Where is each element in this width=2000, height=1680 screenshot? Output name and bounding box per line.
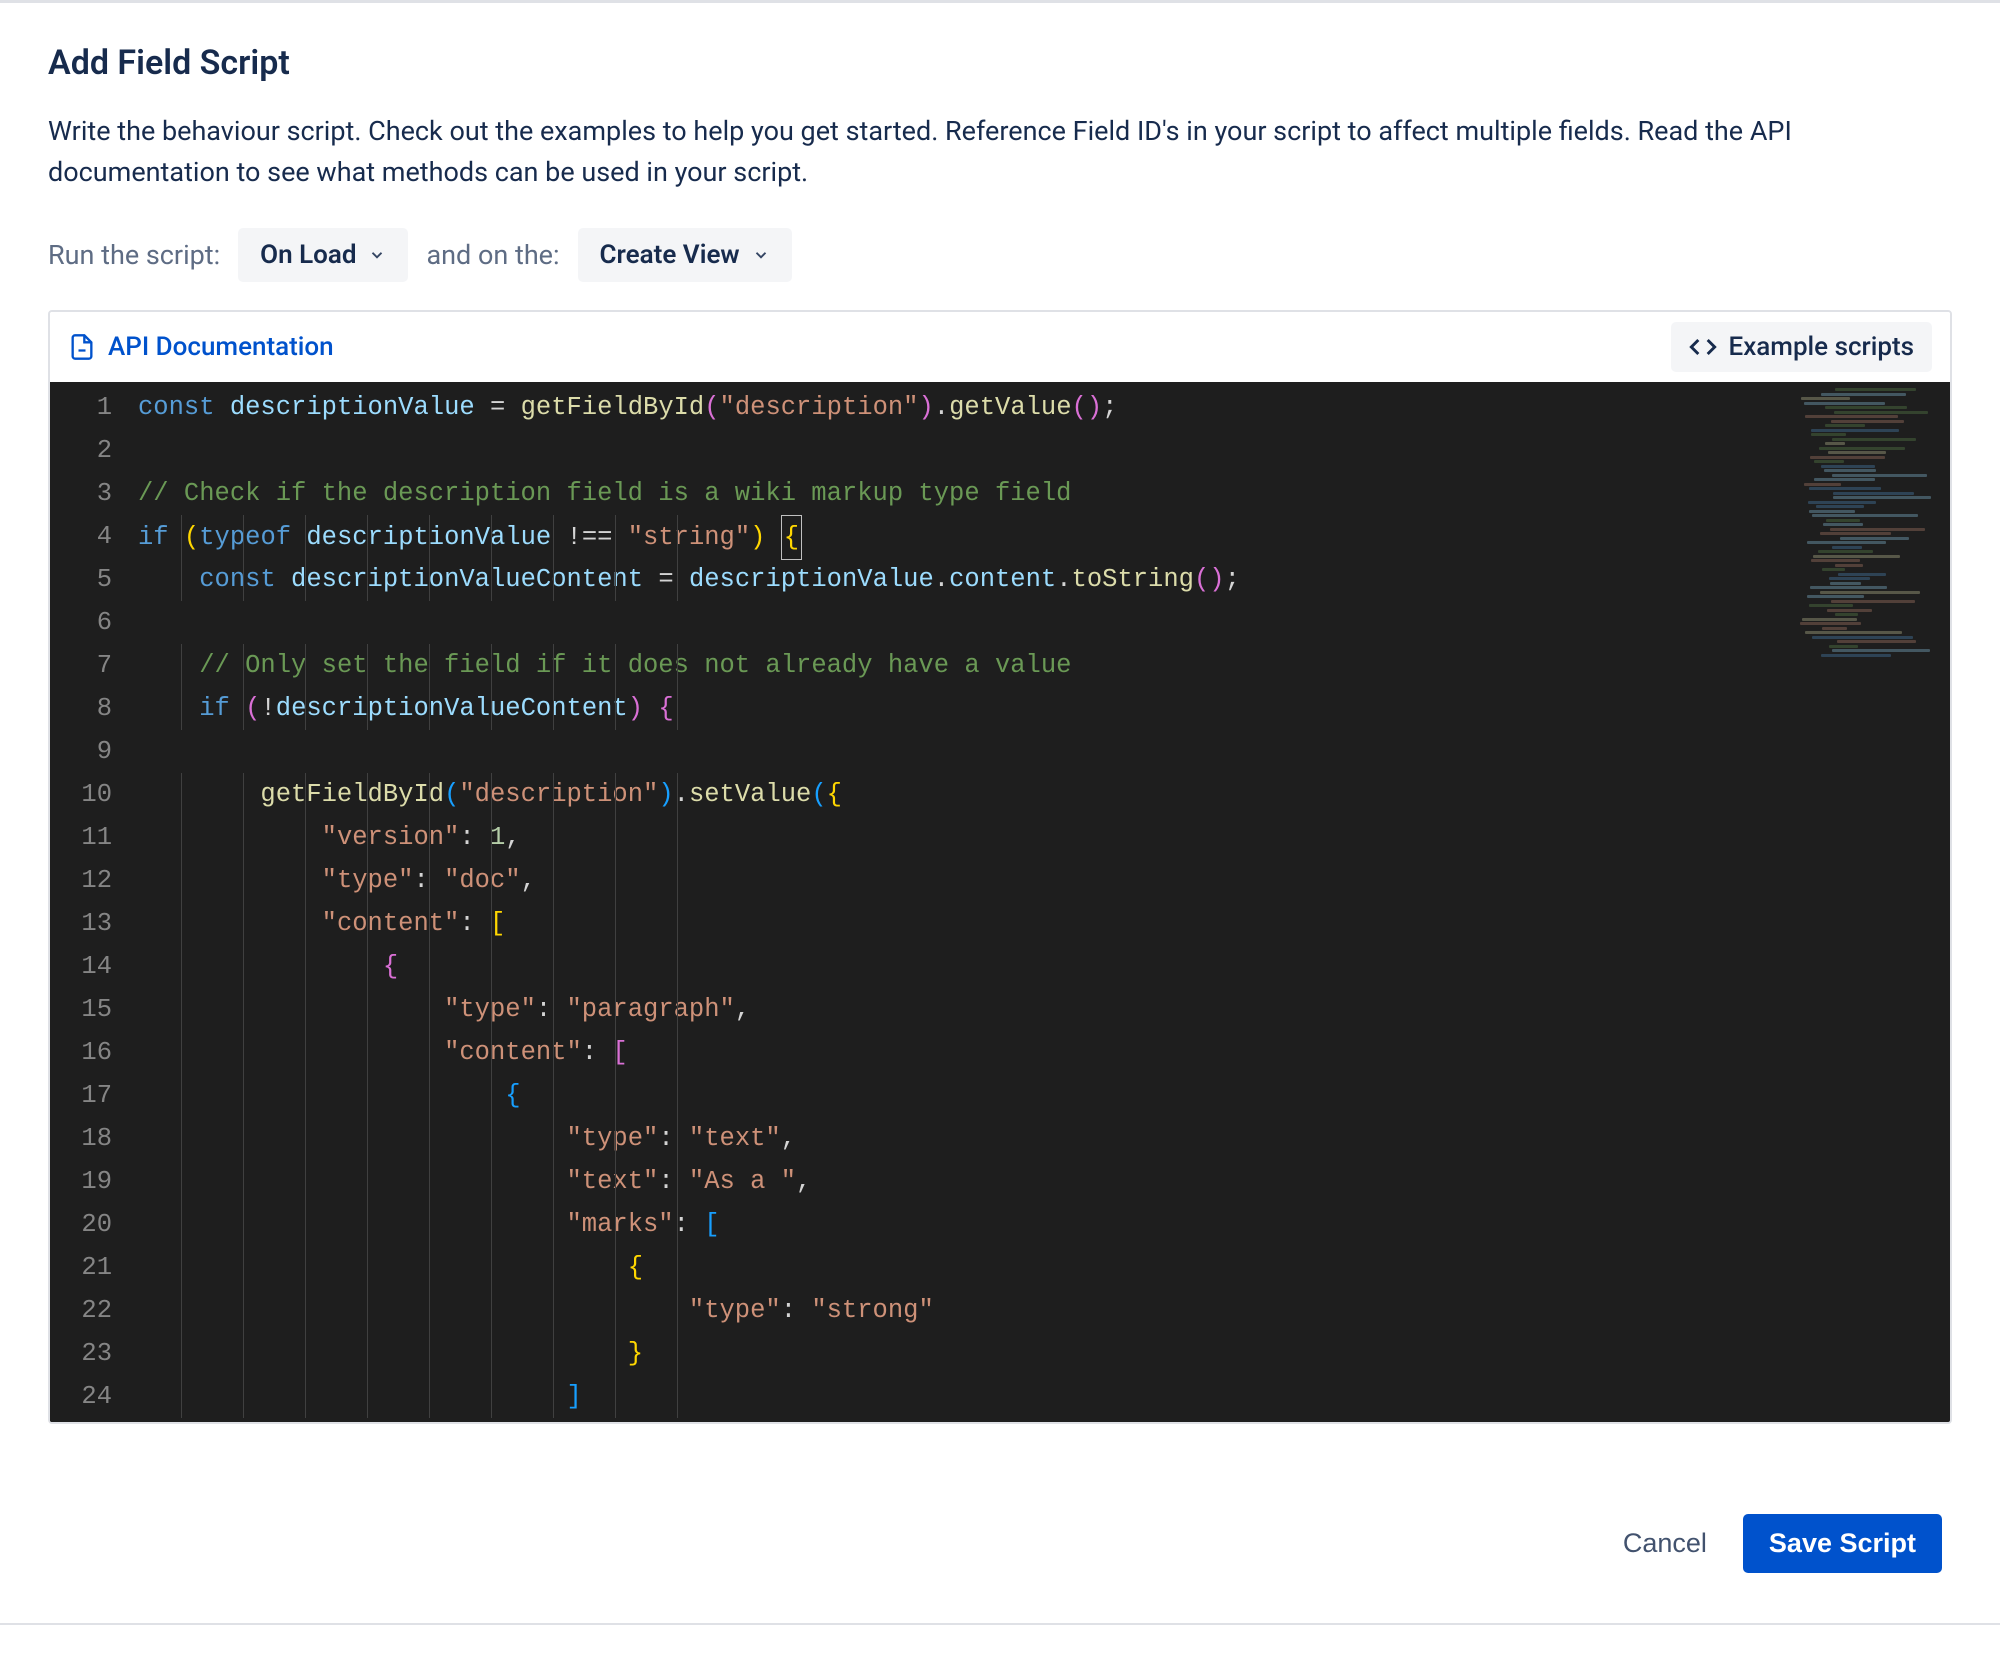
code-editor-area[interactable]: 123456789101112131415161718192021222324 … bbox=[50, 382, 1950, 1422]
line-number: 18 bbox=[62, 1117, 112, 1160]
line-number: 7 bbox=[62, 644, 112, 687]
line-number: 4 bbox=[62, 515, 112, 558]
script-editor: API Documentation Example scripts 123456… bbox=[48, 310, 1952, 1424]
add-field-script-modal: Add Field Script Write the behaviour scr… bbox=[0, 0, 2000, 1625]
modal-footer: Cancel Save Script bbox=[48, 1424, 1952, 1593]
code-line[interactable] bbox=[138, 601, 1950, 644]
cancel-button[interactable]: Cancel bbox=[1615, 1514, 1715, 1573]
modal-title: Add Field Script bbox=[48, 43, 1952, 83]
view-dropdown-value: Create View bbox=[600, 240, 740, 270]
code-line[interactable]: if (!descriptionValueContent) { bbox=[138, 687, 1950, 730]
editor-toolbar: API Documentation Example scripts bbox=[50, 312, 1950, 382]
run-label-prefix: Run the script: bbox=[48, 239, 220, 271]
code-line[interactable]: // Check if the description field is a w… bbox=[138, 472, 1950, 515]
code-line[interactable]: { bbox=[138, 945, 1950, 988]
line-number: 5 bbox=[62, 558, 112, 601]
code-line[interactable]: { bbox=[138, 1074, 1950, 1117]
trigger-dropdown-value: On Load bbox=[260, 240, 356, 270]
line-number: 23 bbox=[62, 1332, 112, 1375]
code-line[interactable] bbox=[138, 429, 1950, 472]
code-line[interactable]: "type": "paragraph", bbox=[138, 988, 1950, 1031]
line-number: 12 bbox=[62, 859, 112, 902]
code-line[interactable]: "type": "strong" bbox=[138, 1289, 1950, 1332]
line-number: 6 bbox=[62, 601, 112, 644]
line-number: 3 bbox=[62, 472, 112, 515]
modal-description: Write the behaviour script. Check out th… bbox=[48, 111, 1952, 192]
line-number: 9 bbox=[62, 730, 112, 773]
code-line[interactable]: "version": 1, bbox=[138, 816, 1950, 859]
line-number-gutter: 123456789101112131415161718192021222324 bbox=[50, 382, 130, 1422]
code-line[interactable]: "marks": [ bbox=[138, 1203, 1950, 1246]
code-line[interactable]: "type": "text", bbox=[138, 1117, 1950, 1160]
view-dropdown[interactable]: Create View bbox=[578, 228, 792, 282]
code-content[interactable]: const descriptionValue = getFieldById("d… bbox=[130, 382, 1950, 1422]
run-script-row: Run the script: On Load and on the: Crea… bbox=[48, 228, 1952, 282]
api-documentation-link[interactable]: API Documentation bbox=[68, 332, 334, 362]
chevron-down-icon bbox=[368, 246, 386, 264]
code-line[interactable]: "content": [ bbox=[138, 1031, 1950, 1074]
code-line[interactable]: "content": [ bbox=[138, 902, 1950, 945]
code-line[interactable]: const descriptionValue = getFieldById("d… bbox=[138, 386, 1950, 429]
code-line[interactable]: "text": "As a ", bbox=[138, 1160, 1950, 1203]
chevron-down-icon bbox=[752, 246, 770, 264]
code-line[interactable]: // Only set the field if it does not alr… bbox=[138, 644, 1950, 687]
line-number: 2 bbox=[62, 429, 112, 472]
line-number: 1 bbox=[62, 386, 112, 429]
save-script-button[interactable]: Save Script bbox=[1743, 1514, 1942, 1573]
example-scripts-button[interactable]: Example scripts bbox=[1671, 322, 1932, 372]
api-link-label: API Documentation bbox=[108, 332, 334, 362]
line-number: 19 bbox=[62, 1160, 112, 1203]
code-line[interactable]: } bbox=[138, 1332, 1950, 1375]
line-number: 8 bbox=[62, 687, 112, 730]
line-number: 15 bbox=[62, 988, 112, 1031]
code-line[interactable] bbox=[138, 730, 1950, 773]
trigger-dropdown[interactable]: On Load bbox=[238, 228, 408, 282]
line-number: 21 bbox=[62, 1246, 112, 1289]
code-line[interactable]: { bbox=[138, 1246, 1950, 1289]
line-number: 20 bbox=[62, 1203, 112, 1246]
run-label-mid: and on the: bbox=[426, 239, 559, 271]
code-line[interactable]: "type": "doc", bbox=[138, 859, 1950, 902]
code-line[interactable]: ] bbox=[138, 1375, 1950, 1418]
line-number: 13 bbox=[62, 902, 112, 945]
code-line[interactable]: if (typeof descriptionValue !== "string"… bbox=[138, 515, 1950, 558]
line-number: 11 bbox=[62, 816, 112, 859]
line-number: 22 bbox=[62, 1289, 112, 1332]
code-line[interactable]: getFieldById("description").setValue({ bbox=[138, 773, 1950, 816]
line-number: 14 bbox=[62, 945, 112, 988]
line-number: 24 bbox=[62, 1375, 112, 1418]
document-icon bbox=[68, 333, 96, 361]
example-scripts-label: Example scripts bbox=[1729, 332, 1914, 362]
line-number: 17 bbox=[62, 1074, 112, 1117]
line-number: 16 bbox=[62, 1031, 112, 1074]
line-number: 10 bbox=[62, 773, 112, 816]
code-line[interactable]: const descriptionValueContent = descript… bbox=[138, 558, 1950, 601]
code-icon bbox=[1689, 333, 1717, 361]
